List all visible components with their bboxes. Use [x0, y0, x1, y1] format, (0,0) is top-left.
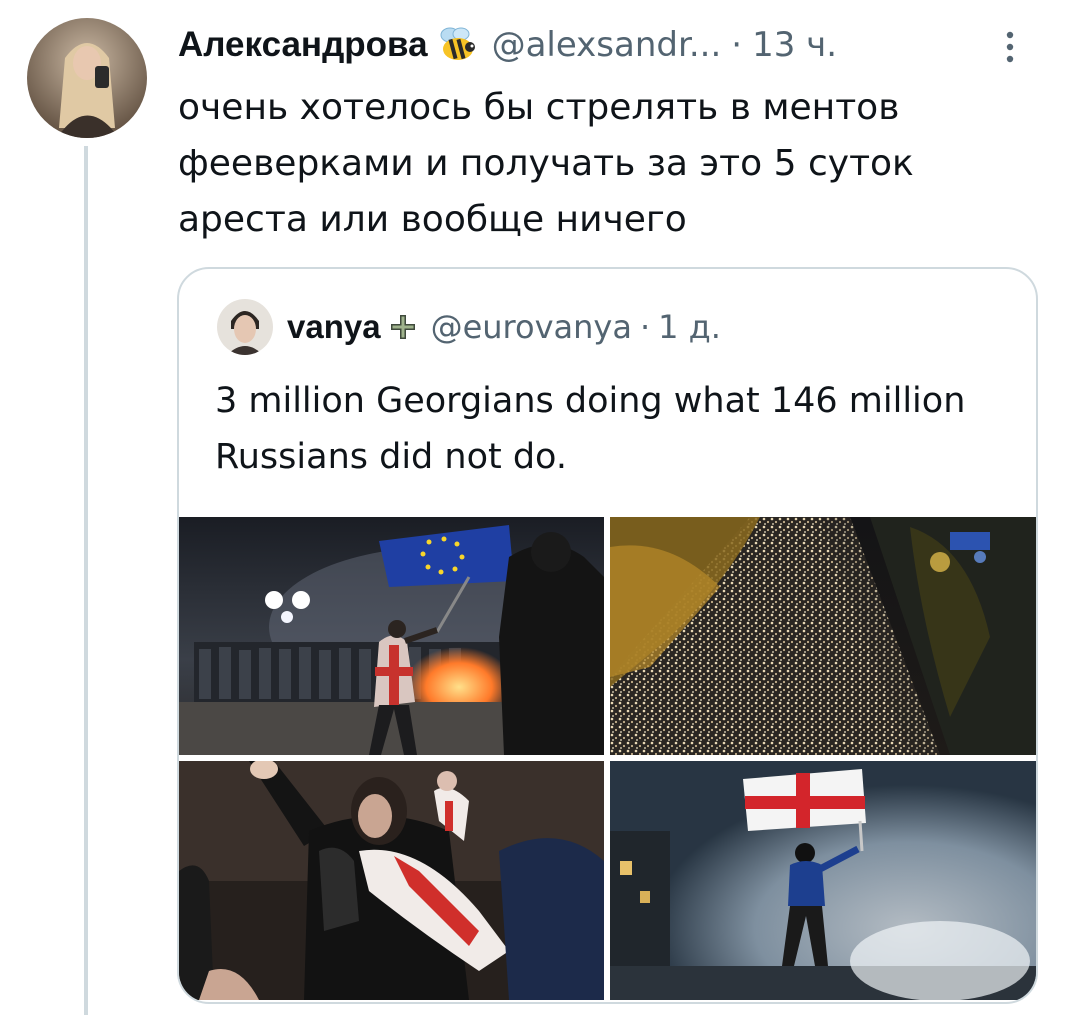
- photo-night-crowd[interactable]: [610, 517, 1036, 755]
- photo-flag-bearer-smoke[interactable]: [610, 761, 1036, 1000]
- quoted-tweet[interactable]: vanya @eurovanya · 1 д. 3 million Georgi…: [177, 267, 1038, 1004]
- author-handle[interactable]: @alexsandr...: [492, 25, 722, 65]
- tweet-text: очень хотелось бы стрелять в ментов феев…: [178, 87, 914, 240]
- quote-text: 3 million Georgians doing what 146 milli…: [215, 381, 966, 477]
- author-avatar[interactable]: [27, 18, 147, 138]
- thread-line: [84, 146, 88, 1015]
- quote-separator: ·: [639, 308, 651, 346]
- quote-header: vanya @eurovanya · 1 д.: [217, 299, 721, 355]
- tweet-header: Александрова @alexsandr... · 13 ч.: [178, 22, 837, 68]
- cross-icon: [389, 313, 417, 341]
- quote-author-handle: @eurovanya: [430, 308, 632, 346]
- quote-author-name: vanya: [287, 308, 381, 345]
- photo-woman-georgian-flag[interactable]: [179, 761, 604, 1000]
- media-grid: [179, 517, 1036, 1000]
- tweet-time[interactable]: 13 ч.: [752, 25, 837, 65]
- author-name[interactable]: Александрова: [178, 25, 428, 65]
- header-separator: ·: [731, 25, 743, 65]
- photo-protester-eu-flag[interactable]: [179, 517, 604, 755]
- bee-icon: [436, 25, 480, 65]
- quote-author-avatar: [217, 299, 273, 355]
- more-options-icon[interactable]: [998, 28, 1022, 66]
- quote-time: 1 д.: [658, 308, 721, 346]
